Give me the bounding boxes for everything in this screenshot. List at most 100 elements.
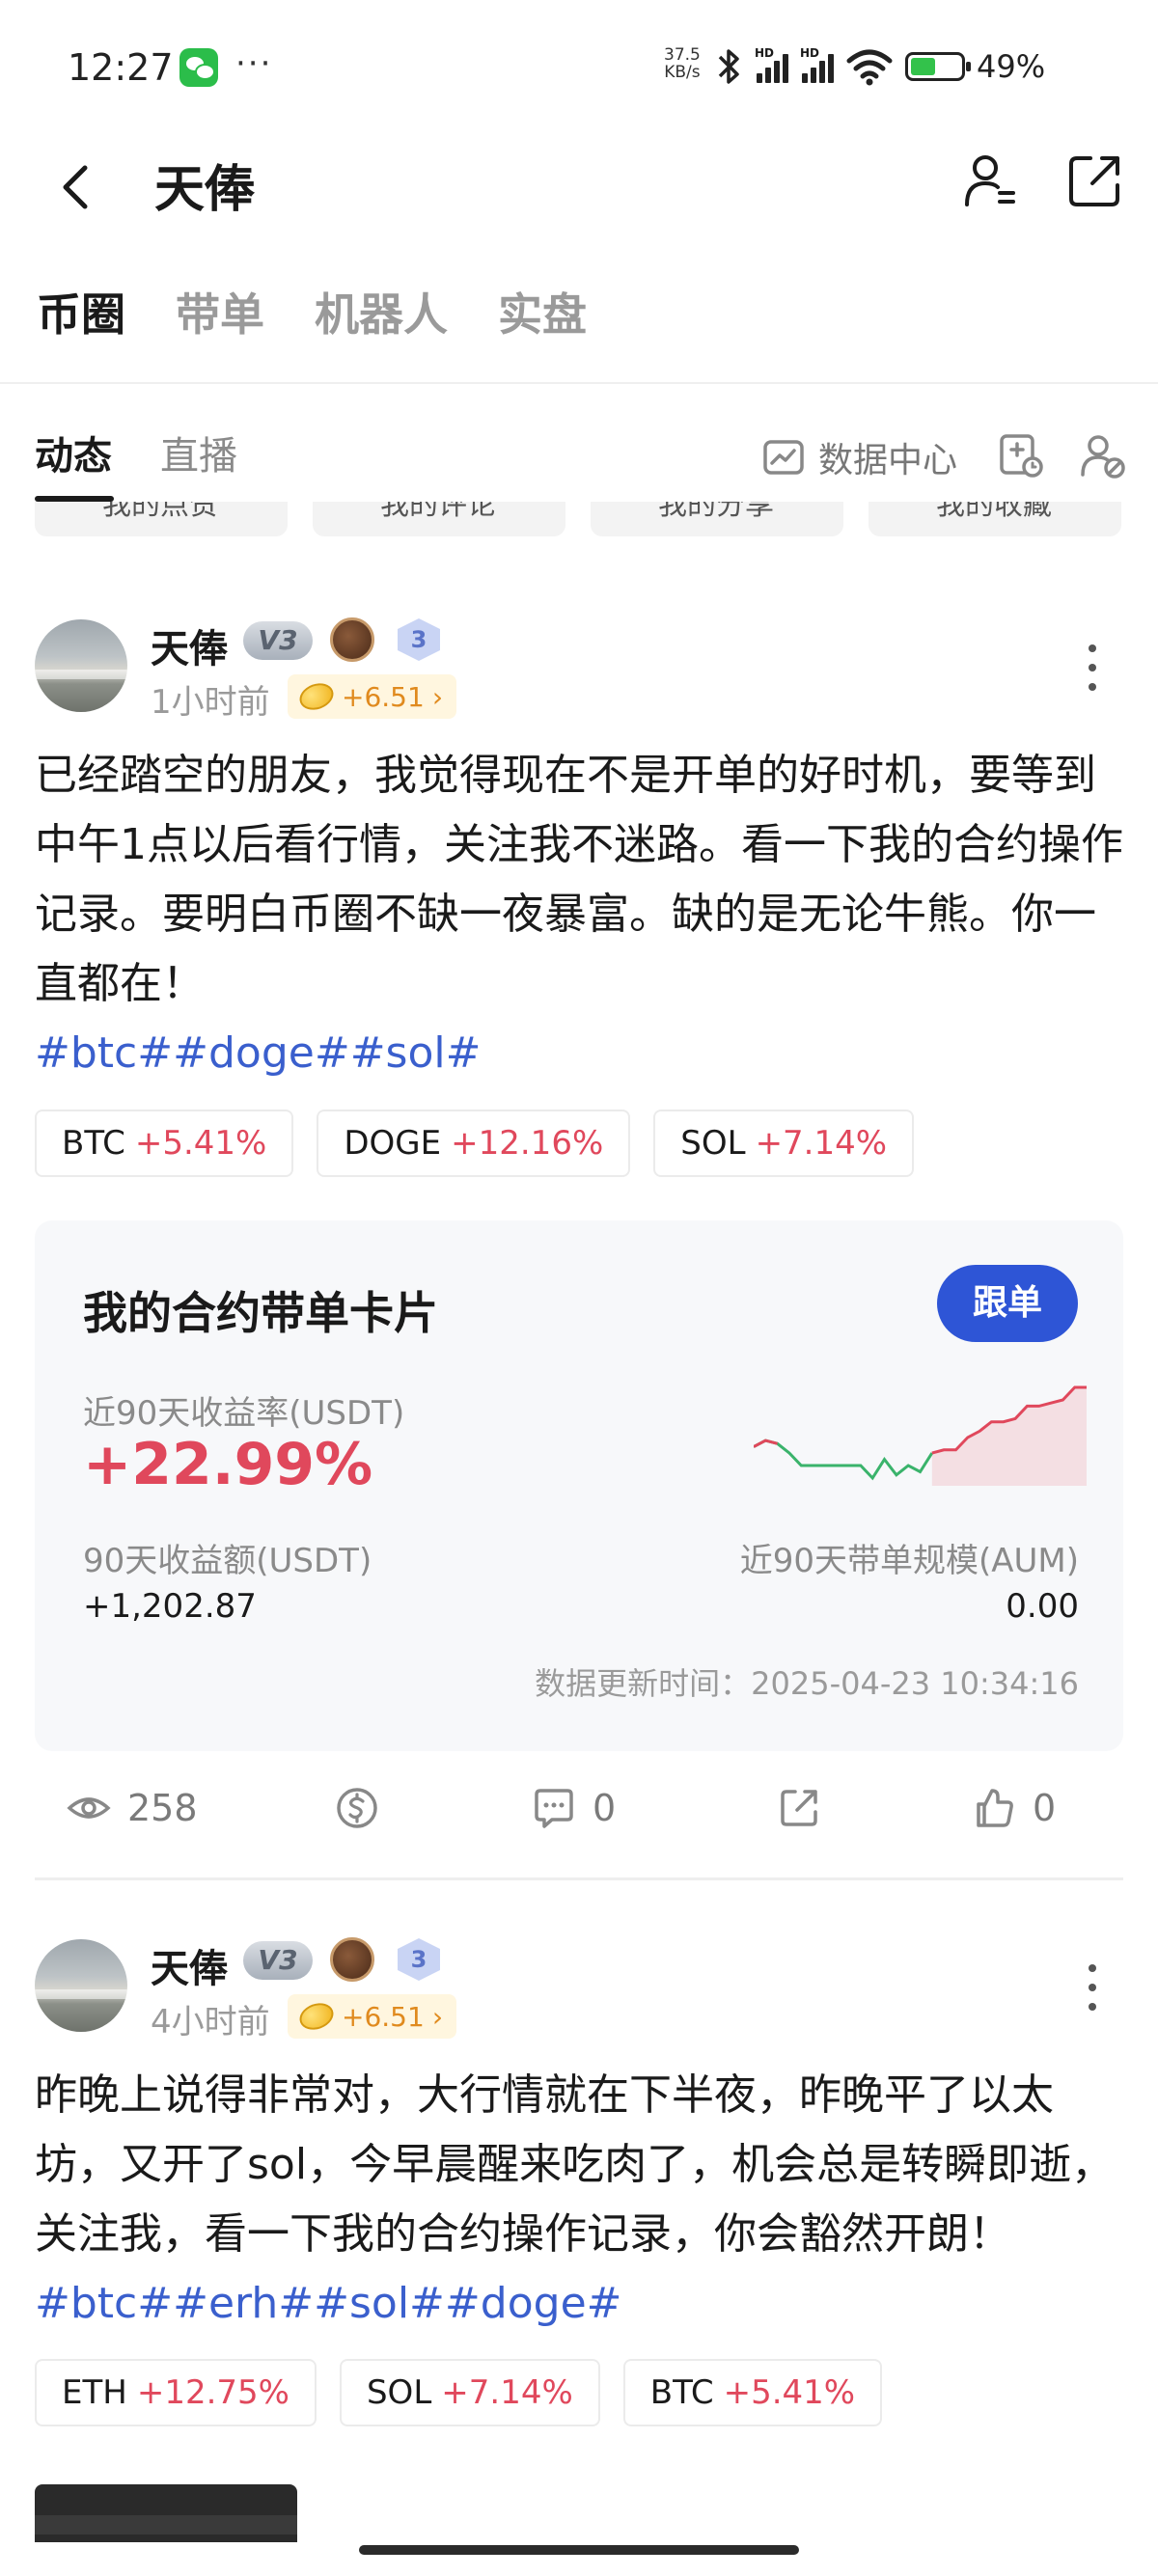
more-options-icon[interactable]: [1083, 1964, 1102, 2018]
tip-button[interactable]: [334, 1785, 380, 1831]
more-notifications-icon: ···: [235, 44, 273, 83]
post-time: 4小时前: [151, 2003, 270, 2042]
page-title: 天俸: [154, 161, 256, 219]
status-icons: HD HD 49%: [714, 44, 1045, 89]
post-image-thumbnail[interactable]: [35, 2484, 297, 2542]
coin-chip-sol[interactable]: SOL +7.14%: [339, 2359, 600, 2426]
card-title: 我的合约带单卡片: [83, 1287, 438, 1339]
coin-change: +12.16%: [451, 1124, 604, 1163]
chevron-right-icon: ›: [431, 2000, 444, 2033]
roi-value: +22.99%: [83, 1431, 373, 1498]
aum-value: 0.00: [1006, 1587, 1079, 1626]
avatar[interactable]: [35, 619, 127, 712]
thumbnail-bar: [35, 2515, 297, 2535]
tip-amount: +6.51: [342, 2000, 425, 2033]
network-speed-unit: KB/s: [664, 63, 701, 82]
user-manage-icon[interactable]: [1077, 430, 1127, 480]
eye-icon: [67, 1797, 111, 1819]
main-tabs: 币圈 带单 机器人 实盘: [37, 280, 587, 347]
medal-badge-icon: [330, 617, 374, 662]
tab-robot[interactable]: 机器人: [315, 280, 448, 347]
chip-my-shares[interactable]: 我的分享: [591, 502, 843, 536]
coin-chip-eth[interactable]: ETH +12.75%: [35, 2359, 317, 2426]
battery-percent: 49%: [977, 48, 1046, 85]
coin-chip-sol[interactable]: SOL +7.14%: [653, 1110, 915, 1177]
divider: [0, 382, 1158, 384]
post-hashtags[interactable]: #btc##doge##sol#: [35, 1028, 482, 1078]
home-indicator[interactable]: [359, 2545, 799, 2555]
post-body: 已经踏空的朋友，我觉得现在不是开单的好时机，要等到中午1点以后看行情，关注我不迷…: [35, 751, 1123, 1008]
coin-change: +7.14%: [441, 2373, 573, 2412]
tab-copy-trading[interactable]: 带单: [176, 280, 264, 347]
user-settings-icon[interactable]: [959, 151, 1021, 212]
add-post-icon[interactable]: [996, 430, 1046, 480]
coin-name: DOGE: [344, 1124, 442, 1163]
tip-reward[interactable]: +6.51 ›: [288, 674, 457, 719]
status-bar: 12:27 ··· 37.5 KB/s HD HD 49%: [0, 0, 1158, 135]
coin-chips: BTC +5.41% DOGE +12.16% SOL +7.14%: [35, 1110, 915, 1177]
chip-my-likes[interactable]: 我的点赞: [35, 502, 288, 536]
share-icon[interactable]: [1063, 151, 1125, 212]
level-badge: 3: [398, 1938, 440, 1981]
contract-copy-card[interactable]: 我的合约带单卡片 跟单 近90天收益率(USDT) +22.99% 90天收益额…: [35, 1220, 1123, 1751]
roi-label: 近90天收益率(USDT): [83, 1394, 405, 1433]
follow-trade-button[interactable]: 跟单: [937, 1265, 1078, 1342]
app-header: 天俸: [0, 135, 1158, 280]
post-text: 昨晚上说得非常对，大行情就在下半夜，昨晚平了以太坊，又开了sol，今早晨醒来吃肉…: [35, 2061, 1125, 2339]
coin-chip-btc[interactable]: BTC +5.41%: [622, 2359, 883, 2426]
chip-my-comments[interactable]: 我的评论: [313, 502, 565, 536]
chip-label: 我的点赞: [102, 502, 218, 522]
share-post-button[interactable]: [776, 1785, 822, 1831]
tab-activity[interactable]: 动态: [35, 425, 112, 480]
likes-value: 0: [1033, 1787, 1057, 1829]
quick-chips: 我的点赞 我的评论 我的分享 我的收藏: [35, 502, 1125, 538]
coin-chip-btc[interactable]: BTC +5.41%: [35, 1110, 294, 1177]
vip-badge: V3: [243, 1941, 313, 1980]
coin-name: BTC: [649, 2373, 714, 2412]
coin-icon: [295, 1998, 338, 2035]
coin-name: BTC: [62, 1124, 125, 1163]
coin-change: +7.14%: [755, 1124, 888, 1163]
tab-crypto-circle[interactable]: 币圈: [37, 280, 125, 347]
sparkline-start-segment: [754, 1439, 778, 1448]
post-body: 昨晚上说得非常对，大行情就在下半夜，昨晚平了以太坊，又开了sol，今早晨醒来吃肉…: [35, 2070, 1115, 2259]
level-badge: 3: [398, 618, 440, 661]
chevron-right-icon: ›: [431, 680, 444, 713]
coin-name: SOL: [366, 2373, 432, 2412]
data-center-button[interactable]: 数据中心: [760, 432, 957, 482]
sparkline-fill: [931, 1387, 1087, 1486]
data-updated-time: 数据更新时间：2025-04-23 10:34:16: [535, 1665, 1079, 1702]
aum-label: 近90天带单规模(AUM): [739, 1542, 1079, 1580]
views-count: 258: [66, 1785, 198, 1831]
sub-tabs: 动态 直播: [35, 425, 237, 480]
like-button[interactable]: 0: [971, 1785, 1056, 1831]
status-time: 12:27: [68, 46, 174, 89]
tab-live-account[interactable]: 实盘: [498, 280, 587, 347]
back-arrow-icon[interactable]: [50, 158, 108, 216]
vip-badge: V3: [243, 621, 313, 660]
data-center-label: 数据中心: [818, 441, 958, 480]
profit-value: +1,202.87: [83, 1587, 257, 1626]
signal-icon-1: HD: [755, 46, 788, 83]
bluetooth-icon: [718, 49, 739, 84]
battery-icon: [905, 52, 971, 81]
post-time: 1小时前: [151, 683, 270, 722]
username[interactable]: 天俸: [151, 617, 228, 673]
views-value: 258: [127, 1787, 198, 1829]
profit-label: 90天收益额(USDT): [83, 1542, 372, 1580]
tab-live[interactable]: 直播: [160, 425, 237, 480]
post-divider: [35, 1877, 1123, 1880]
chip-label: 我的分享: [658, 502, 774, 522]
username[interactable]: 天俸: [151, 1937, 228, 1993]
signal-icon-2: HD: [800, 46, 834, 83]
tip-reward[interactable]: +6.51 ›: [288, 1994, 457, 2039]
avatar[interactable]: [35, 1939, 127, 2032]
coin-change: +5.41%: [723, 2373, 856, 2412]
chip-my-favorites[interactable]: 我的收藏: [868, 502, 1121, 536]
post-actions: 258 0 0: [0, 1785, 1158, 1862]
coin-chip-doge[interactable]: DOGE +12.16%: [317, 1110, 631, 1177]
comment-button[interactable]: 0: [531, 1785, 616, 1831]
more-options-icon[interactable]: [1083, 644, 1102, 699]
post-hashtags[interactable]: #btc##erh##sol##doge#: [35, 2279, 622, 2328]
medal-badge-icon: [330, 1937, 374, 1982]
